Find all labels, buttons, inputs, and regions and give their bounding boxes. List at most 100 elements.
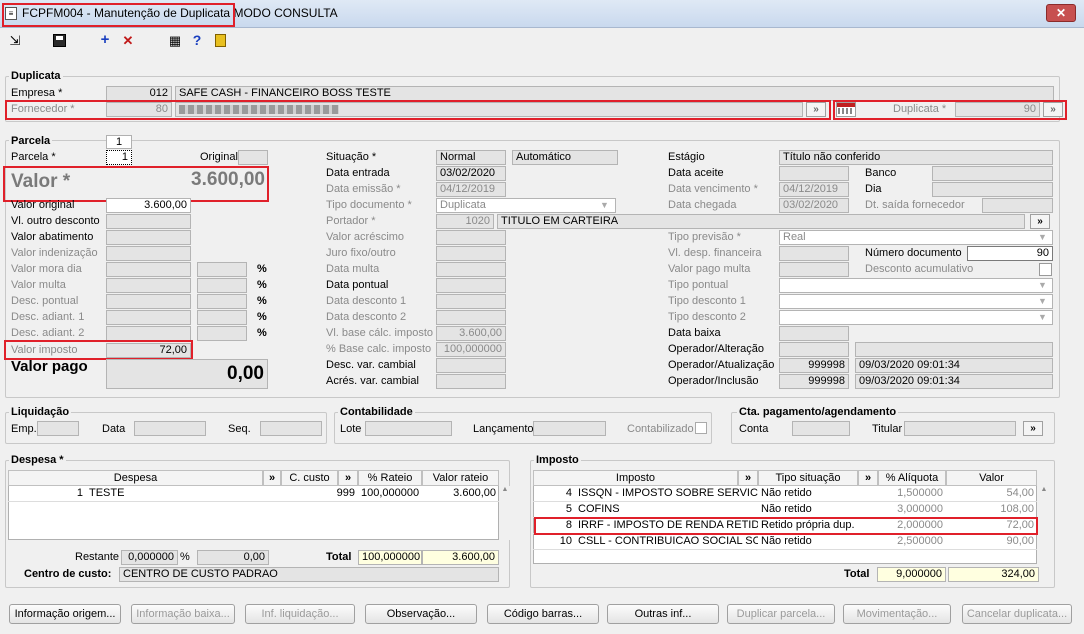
imposto-row-aliq[interactable]: 2,000000: [878, 518, 946, 534]
exit-icon[interactable]: [215, 34, 226, 47]
rateio-header[interactable]: % Rateio: [358, 470, 422, 486]
portador-search-button[interactable]: »: [1030, 214, 1050, 229]
despesa-header[interactable]: Despesa: [8, 470, 263, 486]
banco-field[interactable]: [932, 166, 1053, 181]
action-button[interactable]: Outras inf...: [607, 604, 719, 624]
despesa-row-name[interactable]: TESTE: [86, 486, 281, 502]
imposto-row-name[interactable]: IRRF - IMPOSTO DE RENDA RETIDO N: [575, 518, 758, 534]
help-icon[interactable]: ?: [188, 32, 206, 48]
save-icon[interactable]: [53, 34, 66, 47]
tipo-desc1-select[interactable]: [779, 294, 1053, 309]
despesa-row-ccusto[interactable]: 999: [281, 486, 358, 502]
parcela-row-field[interactable]: [106, 262, 191, 277]
export-icon[interactable]: ⇲: [6, 33, 24, 49]
fornecedor-code-field[interactable]: 80: [106, 102, 172, 117]
action-button[interactable]: Movimentação...: [843, 604, 951, 624]
parcela-row-pct-field[interactable]: [197, 262, 247, 277]
situacao-field[interactable]: Normal: [436, 150, 506, 165]
tipo-pontual-select[interactable]: [779, 278, 1053, 293]
despesa-row-code[interactable]: 1: [8, 486, 86, 502]
data-pontual-field[interactable]: [436, 278, 506, 293]
tipo-situacao-sort-icon[interactable]: »: [858, 470, 878, 486]
imposto-row-valor[interactable]: 72,00: [946, 518, 1037, 534]
imposto-row-aliq[interactable]: 3,000000: [878, 502, 946, 518]
imposto-row-code[interactable]: 5: [533, 502, 575, 518]
imposto-row-name[interactable]: ISSQN - IMPOSTO SOBRE SERVICO D: [575, 486, 758, 502]
fornecedor-search-button[interactable]: »: [806, 102, 826, 117]
action-button[interactable]: Observação...: [365, 604, 477, 624]
duplicata-search-button[interactable]: »: [1043, 102, 1063, 117]
duplicata-field[interactable]: 90: [955, 102, 1040, 117]
parcela-row-field[interactable]: [106, 278, 191, 293]
data-venc-field[interactable]: 04/12/2019: [779, 182, 849, 197]
data-chegada-field[interactable]: 03/02/2020: [779, 198, 849, 213]
imposto-row-name[interactable]: COFINS: [575, 502, 758, 518]
tipo-desc2-select[interactable]: [779, 310, 1053, 325]
numero-doc-field[interactable]: 90: [967, 246, 1053, 261]
aliquota-header[interactable]: % Alíquota: [878, 470, 946, 486]
imposto-row-tipo[interactable]: Retido própria dup.: [758, 518, 878, 534]
calendar-icon[interactable]: [836, 102, 856, 117]
imposto-row-name[interactable]: CSLL - CONTRIBUICAO SOCIAL SOB: [575, 534, 758, 550]
parcela-row-pct-field[interactable]: [197, 294, 247, 309]
parcela-row-field[interactable]: [106, 214, 191, 229]
action-button[interactable]: Código barras...: [487, 604, 599, 624]
add-icon[interactable]: +: [96, 32, 114, 48]
ccusto-sort-icon[interactable]: »: [338, 470, 358, 486]
imposto-row-valor[interactable]: 90,00: [946, 534, 1037, 550]
action-button[interactable]: Cancelar duplicata...: [962, 604, 1072, 624]
despesa-row-valor[interactable]: 3.600,00: [422, 486, 499, 502]
imposto-scrollbar[interactable]: ▲: [1039, 486, 1049, 564]
imposto-row-aliq[interactable]: 2,500000: [878, 534, 946, 550]
imposto-row-aliq[interactable]: 1,500000: [878, 486, 946, 502]
cta-search-button[interactable]: »: [1023, 421, 1043, 436]
close-button[interactable]: ✕: [1046, 4, 1076, 22]
parcela-tab[interactable]: 1: [106, 135, 132, 149]
empresa-code-field[interactable]: 012: [106, 86, 172, 101]
action-button[interactable]: Duplicar parcela...: [727, 604, 835, 624]
imposto-row-tipo[interactable]: Não retido: [758, 486, 878, 502]
imposto-sort-icon[interactable]: »: [738, 470, 758, 486]
parcela-row-pct-field[interactable]: [197, 310, 247, 325]
portador-code-field[interactable]: 1020: [436, 214, 494, 229]
valor-field[interactable]: 3.600,00: [150, 169, 265, 191]
despesa-sort-icon[interactable]: »: [263, 470, 281, 486]
conta-field[interactable]: [792, 421, 850, 436]
action-button[interactable]: Informação baixa...: [131, 604, 235, 624]
desc-acum-checkbox[interactable]: [1039, 263, 1052, 276]
despesa-row-rateio[interactable]: 100,000000: [358, 486, 422, 502]
data-emissao-field[interactable]: 04/12/2019: [436, 182, 506, 197]
parcela-row-pct-field[interactable]: [197, 278, 247, 293]
parcela-row-field[interactable]: [106, 230, 191, 245]
imposto-row-code[interactable]: 10: [533, 534, 575, 550]
contabilizado-checkbox[interactable]: [695, 422, 707, 434]
imposto-row-tipo[interactable]: Não retido: [758, 534, 878, 550]
parcela-row-field[interactable]: [106, 326, 191, 341]
data-entrada-field[interactable]: 03/02/2020: [436, 166, 506, 181]
data-aceite-field[interactable]: [779, 166, 849, 181]
parcela-row-field[interactable]: [106, 294, 191, 309]
imposto-row-valor[interactable]: 108,00: [946, 502, 1037, 518]
parcela-row-field[interactable]: 3.600,00: [106, 198, 191, 213]
tipo-situacao-header[interactable]: Tipo situação: [758, 470, 858, 486]
dia-field[interactable]: [932, 182, 1053, 197]
action-button[interactable]: Inf. liquidação...: [245, 604, 355, 624]
calculator-icon[interactable]: ▦: [166, 33, 184, 49]
valor-rateio-header[interactable]: Valor rateio: [422, 470, 499, 486]
tipo-doc-select[interactable]: Duplicata: [436, 198, 616, 213]
action-button[interactable]: Informação origem...: [9, 604, 121, 624]
imposto-row-code[interactable]: 8: [533, 518, 575, 534]
ccusto-header[interactable]: C. custo: [281, 470, 338, 486]
parcela-row-field[interactable]: [106, 310, 191, 325]
imposto-header[interactable]: Imposto: [533, 470, 738, 486]
imposto-valor-header[interactable]: Valor: [946, 470, 1037, 486]
imposto-row-code[interactable]: 4: [533, 486, 575, 502]
imposto-row-valor[interactable]: 54,00: [946, 486, 1037, 502]
delete-icon[interactable]: ✕: [119, 33, 137, 49]
parcela-field[interactable]: 1: [106, 150, 132, 165]
imposto-row-tipo[interactable]: Não retido: [758, 502, 878, 518]
despesa-scrollbar[interactable]: ▲: [500, 486, 510, 540]
tipo-previsao-select[interactable]: Real: [779, 230, 1053, 245]
parcela-row-field[interactable]: [106, 246, 191, 261]
parcela-row-pct-field[interactable]: [197, 326, 247, 341]
